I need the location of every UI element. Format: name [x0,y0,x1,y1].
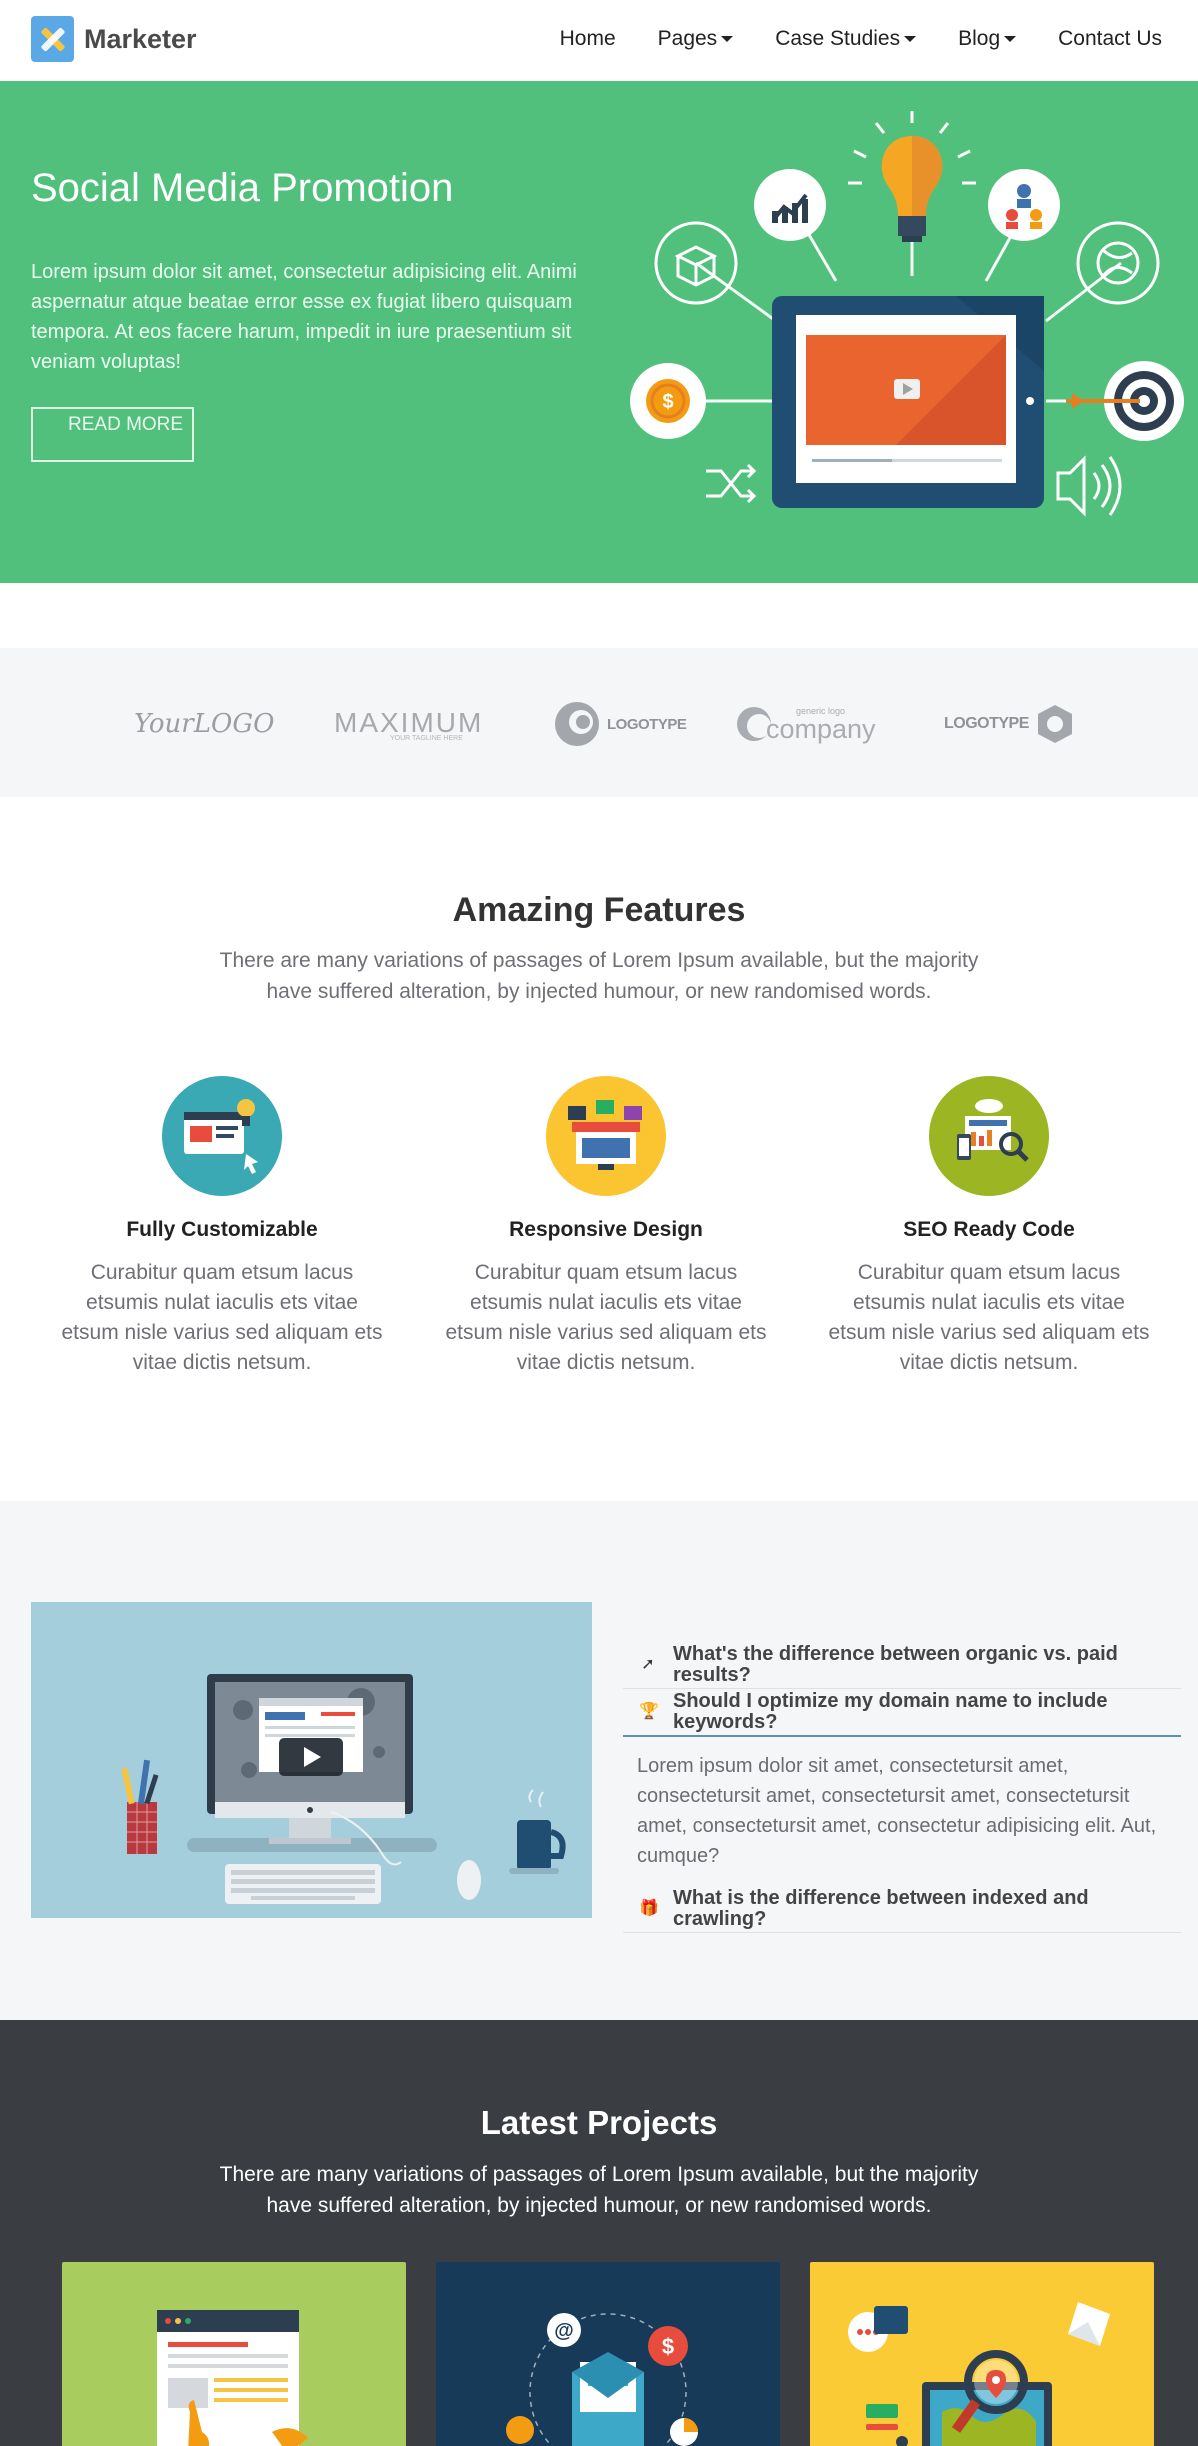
faq-accordion: ➚ What's the difference between organic … [623,1641,1181,1933]
global-search-icon [848,2302,1110,2446]
hero-section: Social Media Promotion Lorem ipsum dolor… [0,81,1198,583]
faq-question-text: What is the difference between indexed a… [673,1886,1089,1930]
trophy-icon: 🏆 [639,1703,659,1720]
feature-text: Curabitur quam etsum lacus etsumis nulat… [61,1261,383,1374]
feature-title: Responsive Design [509,1218,703,1241]
feature-text: Curabitur quam etsum lacus etsumis nulat… [445,1261,767,1374]
feature-card: SEO Ready Code Curabitur quam etsum lacu… [824,1076,1154,1378]
seo-icon [929,1076,1049,1196]
hero-title: Social Media Promotion [31,166,454,210]
logo-logotype-hex: LOGOTYPE [944,700,1075,748]
feature-title: SEO Ready Code [903,1218,1075,1241]
logo-company-text: company [766,714,876,744]
video-thumbnail [121,1674,566,1904]
faq-question-text: Should I optimize my domain name to incl… [673,1690,1108,1733]
main-nav: Home Pages Case Studies Blog Contact Us [518,24,1162,54]
features-title: Amazing Features [452,891,746,929]
lightbulb-icon [848,111,976,242]
svg-text:@: @ [554,2320,574,2342]
projects-subtitle: There are many variations of passages of… [219,2163,979,2217]
project-card[interactable]: @ $ [436,2262,780,2446]
tablet-video-icon [772,296,1044,508]
brand-logo-icon [31,16,74,62]
brand[interactable]: Marketer [31,16,197,62]
logo-maximum-tagline: YOUR TAGLINE HERE [390,734,463,742]
customize-icon [162,1076,282,1196]
nav-contact-label: Contact Us [1058,27,1162,50]
svg-text:$: $ [662,2334,674,2359]
globe-circle-icon [1076,221,1160,305]
hexagon-logo-icon [1037,705,1072,743]
nav-case-studies-label: Case Studies [775,27,901,50]
logo-yourlogo: YourLOGO [134,700,274,748]
rocket-icon: ➚ [641,1655,655,1673]
caret-down-icon [904,36,917,42]
logo-yourlogo-text: YourLOGO [134,709,275,739]
video-player[interactable] [31,1602,592,1918]
faq-question[interactable]: ➚ What's the difference between organic … [623,1641,1181,1689]
shuffle-icon [706,463,757,504]
caret-down-icon [721,36,734,42]
projects-section: Latest Projects There are many variation… [0,2020,1198,2446]
nav-case-studies[interactable]: Case Studies [775,24,917,54]
feature-card: Responsive Design Curabitur quam etsum l… [441,1076,771,1378]
project-card[interactable] [810,2262,1154,2446]
features-subtitle: There are many variations of passages of… [219,949,979,1003]
nav-home-label: Home [559,27,616,50]
feature-text: Curabitur quam etsum lacus etsumis nulat… [828,1261,1150,1374]
responsive-icon [546,1076,666,1196]
logo-logotype-swirl: LOGOTYPE [553,700,687,748]
play-icon [279,1738,343,1776]
coin-circle-icon: $ [630,363,706,439]
web-page-icon [157,2310,308,2446]
read-more-button[interactable]: READ MORE [31,407,194,462]
nav-contact[interactable]: Contact Us [1058,24,1162,54]
nav-home[interactable]: Home [560,24,616,54]
speaker-icon [1056,455,1122,517]
team-circle-icon [988,169,1060,241]
nav-pages[interactable]: Pages [658,24,734,54]
hero-text: Lorem ipsum dolor sit amet, consectetur … [31,261,577,373]
feature-title: Fully Customizable [126,1218,318,1241]
gift-icon: 🎁 [639,1899,659,1917]
svg-text:$: $ [662,391,673,413]
nav-blog[interactable]: Blog [958,24,1017,54]
nav-blog-label: Blog [958,27,1001,50]
hero-illustration: $ [630,111,1184,517]
nav-pages-label: Pages [657,27,718,50]
logo-logotype1-text: LOGOTYPE [607,715,687,733]
logo-maximum: MAXIMUM YOUR TAGLINE HERE [334,700,483,748]
target-circle-icon [1066,361,1184,441]
logo-logotype2-text: LOGOTYPE [944,715,1029,732]
faq-question-text: What's the difference between organic vs… [673,1642,1118,1686]
feature-card: Fully Customizable Curabitur quam etsum … [57,1076,387,1378]
client-logos: YourLOGO MAXIMUM YOUR TAGLINE HERE LOGOT… [0,648,1198,797]
swirl-logo-icon [555,702,599,746]
faq-question[interactable]: 🎁 What is the difference between indexed… [623,1885,1181,1933]
faq-question-active[interactable]: 🏆 Should I optimize my domain name to in… [623,1689,1181,1737]
caret-down-icon [1004,36,1017,42]
navbar: Marketer Home Pages Case Studies Blog Co… [0,0,1198,81]
email-marketing-icon: @ $ [506,2313,698,2446]
faq-answer: Lorem ipsum dolor sit amet, consecteturs… [637,1755,1157,1867]
faq-section: ➚ What's the difference between organic … [0,1501,1198,2020]
projects-title: Latest Projects [480,2104,718,2141]
project-card[interactable] [62,2262,406,2446]
brand-name: Marketer [84,23,197,54]
logo-company: generic logo company [736,700,876,748]
chart-circle-icon [754,169,826,241]
